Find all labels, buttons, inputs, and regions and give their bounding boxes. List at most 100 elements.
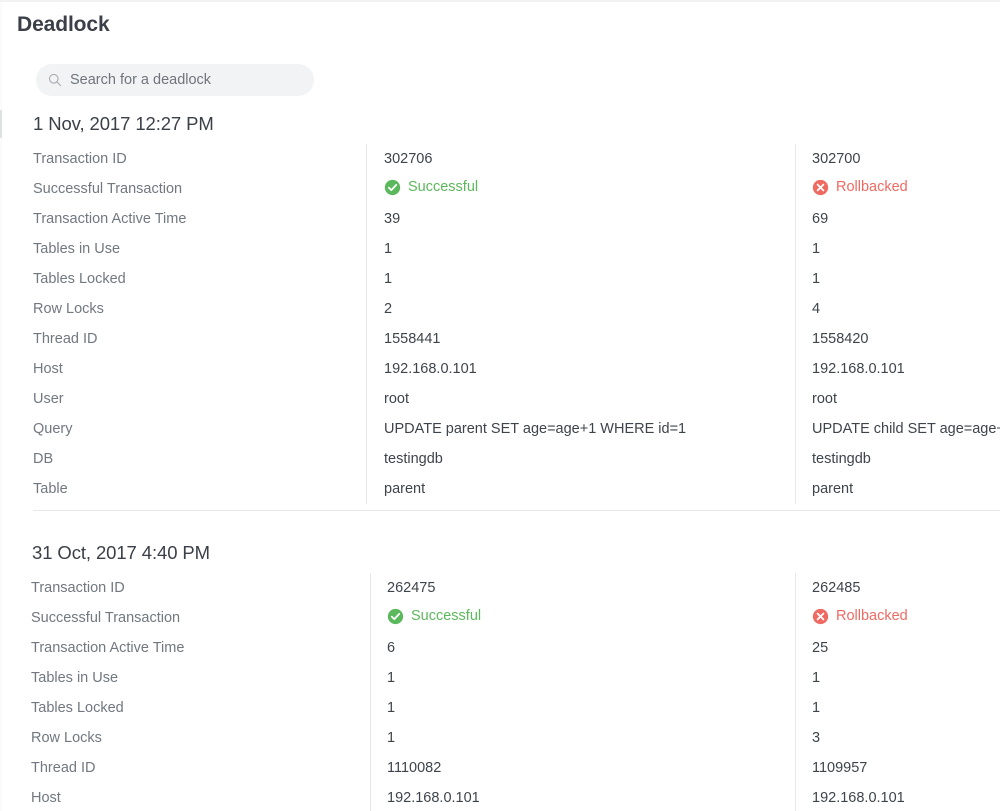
cell-value-transaction-b: 1	[812, 241, 821, 257]
cell-value-transaction-b: UPDATE child SET age=age+1 WHERE id=1	[812, 421, 1000, 437]
cell-label: Transaction Active Time	[31, 640, 185, 656]
table-row: Host 192.168.0.101 192.168.0.101	[0, 783, 1000, 811]
table-row: DB testingdb testingdb	[0, 444, 1000, 474]
table-row: Table parent parent	[0, 474, 1000, 504]
status-badge-label: Rollbacked	[836, 608, 908, 624]
status-badge: Successful	[384, 179, 478, 196]
success-check-icon	[384, 179, 401, 195]
table-row: Transaction ID 262475 262485	[0, 573, 1000, 603]
table-row: User root root	[0, 384, 1000, 414]
rollback-cross-icon	[812, 608, 829, 624]
cell-value-transaction-a: 6	[387, 640, 396, 656]
cell-value-transaction-a: UPDATE parent SET age=age+1 WHERE id=1	[384, 421, 687, 437]
cell-value-transaction-b: 262485	[812, 580, 861, 596]
table-row: Transaction Active Time 6 25	[0, 633, 1000, 663]
status-badge: Rollbacked	[812, 179, 908, 196]
rollback-cross-icon	[812, 179, 829, 195]
table-row: Query UPDATE parent SET age=age+1 WHERE i…	[0, 414, 1000, 444]
cell-value-transaction-a: 192.168.0.101	[387, 790, 480, 806]
cell-value-transaction-b: 1558420	[812, 331, 869, 347]
column-divider-right	[795, 144, 796, 504]
cell-value-transaction-a: 2	[384, 301, 393, 317]
deadlock-block: 31 Oct, 2017 4:40 PM Transaction ID 262475…	[0, 539, 1000, 811]
cell-label: Transaction ID	[31, 580, 125, 596]
table-row: Tables Locked 1 1	[0, 693, 1000, 723]
column-divider-left	[366, 144, 367, 504]
column-divider-right	[795, 573, 796, 811]
search-box[interactable]	[36, 64, 314, 96]
table-row: Row Locks 1 3	[0, 723, 1000, 753]
cell-value-transaction-a: 1	[384, 271, 393, 287]
table-row: Host 192.168.0.101 192.168.0.101	[0, 354, 1000, 384]
cell-label: Row Locks	[31, 730, 102, 746]
cell-value-transaction-b: 69	[812, 211, 829, 227]
table-row: Transaction Active Time 39 69	[0, 204, 1000, 234]
table-row: Tables in Use 1 1	[0, 234, 1000, 264]
cell-label: Transaction ID	[33, 151, 127, 167]
cell-value-transaction-b: 192.168.0.101	[812, 790, 905, 806]
search-icon	[48, 73, 62, 87]
cell-value-transaction-b: 302700	[812, 151, 861, 167]
table-row: Tables Locked 1 1	[0, 264, 1000, 294]
cell-value-transaction-b: testingdb	[812, 451, 871, 467]
cell-value-transaction-a: Successful	[370, 608, 795, 629]
table-row: Successful Transaction Successful Rollback…	[0, 174, 1000, 204]
cell-value-transaction-a: 262475	[387, 580, 436, 596]
cell-value-transaction-a: 1558441	[384, 331, 441, 347]
table-row: Thread ID 1110082 1109957	[0, 753, 1000, 783]
deadlock-list: 1 Nov, 2017 12:27 PM Transaction ID 302706…	[0, 110, 1000, 811]
cell-label: Transaction Active Time	[33, 211, 187, 227]
cell-value-transaction-a: 1	[387, 730, 396, 746]
table-row: Successful Transaction Successful Rollback…	[0, 603, 1000, 633]
cell-value-transaction-b: 25	[812, 640, 829, 656]
cell-value-transaction-a: 39	[384, 211, 401, 227]
cell-value-transaction-b: 1	[812, 670, 821, 686]
deadlock-rows: Transaction ID 262475 262485 Successful Tra…	[0, 573, 1000, 811]
table-row: Transaction ID 302706 302700	[0, 144, 1000, 174]
cell-label: Host	[31, 790, 61, 806]
deadlock-timestamp: 1 Nov, 2017 12:27 PM	[33, 113, 214, 134]
success-check-icon	[387, 608, 404, 624]
cell-label: Host	[33, 361, 63, 377]
deadlock-page: Deadlock 1 Nov, 2017 12:27 PM Transaction…	[0, 0, 1000, 811]
cell-value-transaction-a: root	[384, 391, 409, 407]
window-top-edge	[0, 0, 1000, 2]
cell-value-transaction-a: 302706	[384, 151, 433, 167]
cell-label: Successful Transaction	[33, 181, 183, 197]
cell-value-transaction-b: 4	[812, 301, 821, 317]
page-title: Deadlock	[17, 13, 110, 36]
cell-label: Table	[33, 481, 68, 497]
cell-value-transaction-a: 1	[387, 670, 396, 686]
column-divider-left	[370, 573, 371, 811]
cell-label: Thread ID	[33, 331, 98, 347]
status-badge-label: Successful	[411, 608, 482, 624]
cell-label: Successful Transaction	[31, 610, 181, 626]
cell-label: Tables in Use	[31, 670, 119, 686]
deadlock-block: 1 Nov, 2017 12:27 PM Transaction ID 302706…	[0, 110, 1000, 539]
status-badge-label: Successful	[408, 179, 479, 195]
cell-value-transaction-b: 1	[812, 271, 821, 287]
cell-value-transaction-a: 1110082	[387, 760, 442, 776]
cell-label: Query	[33, 421, 73, 437]
cell-label: DB	[33, 451, 54, 467]
cell-value-transaction-b: 3	[812, 730, 821, 746]
status-badge: Successful	[387, 608, 481, 625]
cell-value-transaction-a: Successful	[366, 179, 795, 200]
cell-label: Tables in Use	[33, 241, 121, 257]
deadlock-rows: Transaction ID 302706 302700 Successful Tra…	[0, 144, 1000, 504]
cell-value-transaction-a: 1	[387, 700, 396, 716]
cell-value-transaction-b: Rollbacked	[795, 608, 1000, 629]
table-row: Tables in Use 1 1	[0, 663, 1000, 693]
table-row: Thread ID 1558441 1558420	[0, 324, 1000, 354]
table-row: Row Locks 2 4	[0, 294, 1000, 324]
cell-value-transaction-a: 1	[384, 241, 393, 257]
cell-value-transaction-a: 192.168.0.101	[384, 361, 477, 377]
cell-label: Tables Locked	[33, 271, 126, 287]
cell-label: Thread ID	[31, 760, 96, 776]
search-input[interactable]	[70, 64, 302, 96]
cell-value-transaction-b: Rollbacked	[795, 179, 1000, 200]
cell-value-transaction-a: parent	[384, 481, 426, 497]
cell-label: Row Locks	[33, 301, 104, 317]
cell-value-transaction-b: root	[812, 391, 837, 407]
